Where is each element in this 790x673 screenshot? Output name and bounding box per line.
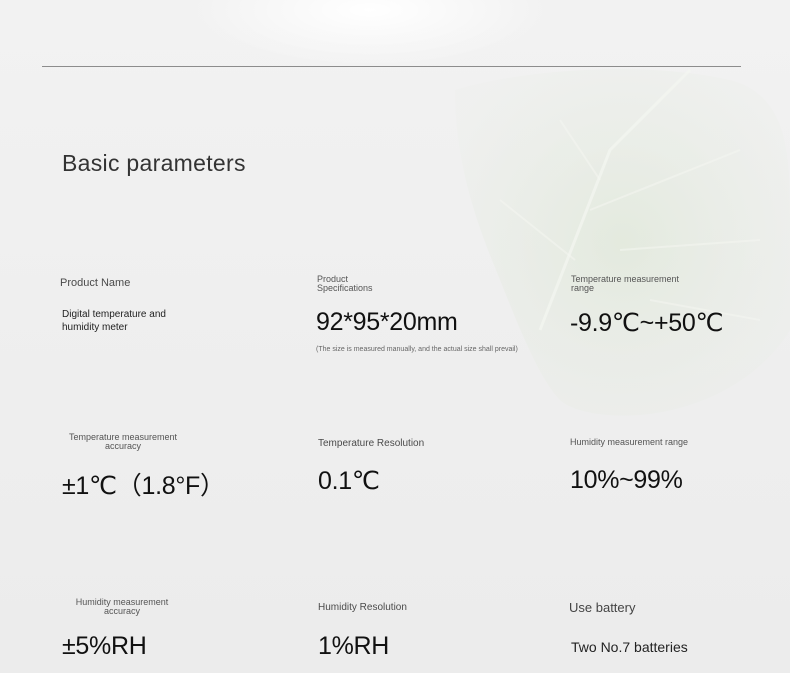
humidity-range-value: 10%~99% (570, 466, 683, 494)
humidity-range-label: Humidity measurement range (570, 437, 689, 447)
product-spec-note: (The size is measured manually, and the … (316, 346, 518, 353)
humidity-resolution-value: 1%RH (318, 632, 390, 660)
battery-value: Two No.7 batteries (571, 639, 688, 655)
header-divider (42, 66, 741, 67)
temp-range-label: Temperature measurement range (571, 274, 680, 294)
temp-resolution-label: Temperature Resolution (318, 438, 425, 449)
product-spec-value: 92*95*20mm (316, 308, 458, 336)
product-name-value: Digital temperature and humidity meter (62, 309, 166, 333)
temp-range-value: -9.9℃~+50℃ (570, 309, 724, 337)
product-spec-label: Product Specifications (317, 274, 373, 294)
temp-resolution-value: 0.1℃ (318, 467, 380, 495)
temp-accuracy-value: ±1℃（1.8°F） (62, 472, 225, 500)
humidity-accuracy-value: ±5%RH (62, 632, 147, 660)
product-name-label: Product Name (60, 277, 131, 289)
section-heading: Basic parameters (62, 150, 246, 176)
humidity-accuracy-label: Humidity measurement accuracy (75, 597, 169, 617)
battery-label: Use battery (569, 600, 636, 615)
temp-accuracy-label: Temperature measurement accuracy (68, 432, 178, 452)
humidity-resolution-label: Humidity Resolution (318, 602, 407, 613)
